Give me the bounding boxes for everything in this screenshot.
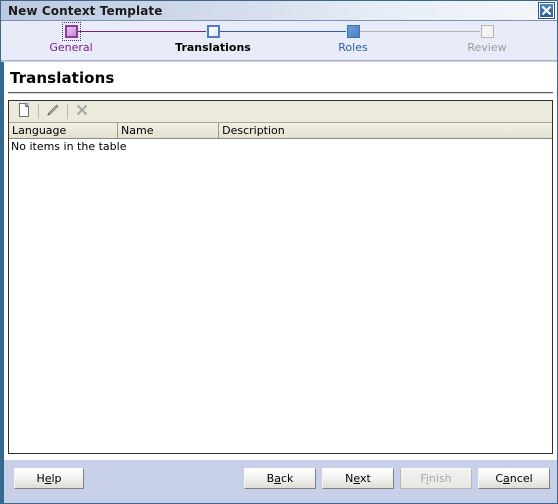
title-bar: New Context Template: [1, 1, 557, 21]
close-button[interactable]: [538, 2, 555, 19]
wizard-step-node-review[interactable]: [481, 25, 494, 38]
wizard-step-label-roles[interactable]: Roles: [338, 41, 367, 54]
button-label: Next: [345, 472, 371, 485]
dialog-button-bar: Help Back Next Finish Cancel: [1, 460, 557, 503]
wizard-step-node-translations[interactable]: [207, 25, 220, 38]
page-title: Translations: [10, 69, 115, 87]
toolbar-separator-1: [38, 104, 39, 119]
table-column-header-description[interactable]: Description: [219, 123, 552, 138]
cancel-button[interactable]: Cancel: [478, 468, 550, 489]
wizard-train: General Translations Roles Review: [1, 21, 557, 61]
edit-translation-button[interactable]: [42, 102, 64, 122]
table-body: No items in the table: [9, 139, 552, 453]
table-toolbar: [9, 101, 552, 123]
title-divider: [8, 92, 553, 94]
wizard-step-marker: [481, 25, 494, 38]
wizard-connector-3: [360, 31, 480, 32]
table-header-row: Language Name Description: [9, 123, 552, 139]
wizard-step-node-general[interactable]: [65, 25, 78, 38]
dialog-window: New Context Template General Translations…: [0, 0, 558, 504]
wizard-step-label-translations[interactable]: Translations: [175, 41, 251, 54]
delete-icon: [74, 102, 90, 121]
wizard-steps: General Translations Roles Review: [1, 21, 557, 61]
content-panel: Translations Language Name Description N…: [1, 62, 557, 460]
translations-table-panel: Language Name Description No items in the …: [8, 100, 553, 454]
toolbar-separator-2: [67, 104, 68, 119]
button-label: Help: [36, 472, 62, 485]
wizard-step-marker: [65, 25, 78, 38]
wizard-step-node-roles[interactable]: [347, 25, 360, 38]
delete-translation-button[interactable]: [71, 102, 93, 122]
window-title: New Context Template: [8, 3, 163, 18]
table-empty-message: No items in the table: [11, 140, 127, 153]
button-label: Finish: [420, 472, 452, 485]
next-button[interactable]: Next: [322, 468, 394, 489]
wizard-step-marker: [207, 25, 220, 38]
new-translation-button[interactable]: [13, 102, 35, 122]
button-label: Back: [266, 472, 294, 485]
close-icon: [541, 5, 552, 16]
wizard-connector-1: [78, 31, 206, 32]
table-column-header-language[interactable]: Language: [9, 123, 119, 138]
new-icon: [16, 102, 32, 121]
table-column-header-name[interactable]: Name: [118, 123, 220, 138]
wizard-step-label-review[interactable]: Review: [467, 41, 506, 54]
wizard-step-label-general[interactable]: General: [49, 41, 92, 54]
back-button[interactable]: Back: [244, 468, 316, 489]
finish-button[interactable]: Finish: [400, 468, 472, 489]
help-button[interactable]: Help: [14, 468, 84, 489]
wizard-connector-2: [220, 31, 346, 32]
button-label: Cancel: [495, 472, 533, 485]
wizard-step-marker: [347, 25, 360, 38]
edit-icon: [45, 102, 61, 121]
